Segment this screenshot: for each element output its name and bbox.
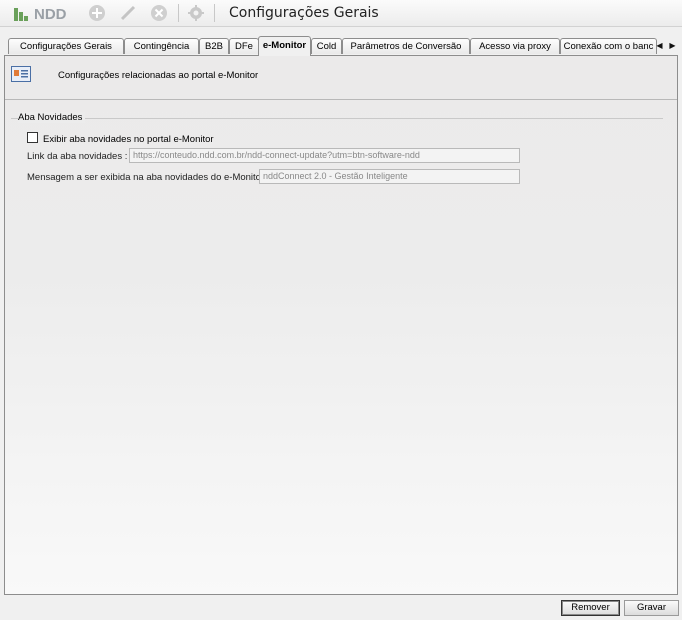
tab-e-monitor[interactable]: e-Monitor — [258, 36, 311, 56]
edit-icon[interactable] — [119, 4, 137, 22]
panel-header: Configurações relacionadas ao portal e-M… — [5, 56, 677, 100]
tab-dfe[interactable]: DFe — [229, 38, 259, 54]
tab-strip: Configurações Gerais Contingência B2B DF… — [0, 36, 682, 56]
settings-icon[interactable] — [187, 4, 205, 22]
window-title: Configurações Gerais — [229, 5, 379, 21]
remove-button[interactable]: Remover — [561, 600, 620, 616]
show-novidades-label: Exibir aba novidades no portal e-Monitor — [43, 134, 214, 145]
tab-conexao-com-o-banco[interactable]: Conexão com o banc — [560, 38, 657, 54]
show-novidades-checkbox-row[interactable]: Exibir aba novidades no portal e-Monitor — [27, 132, 214, 145]
ndd-logo: NDD — [14, 6, 67, 21]
tab-b2b[interactable]: B2B — [199, 38, 229, 54]
toolbar-separator — [214, 4, 215, 22]
remove-icon[interactable] — [150, 4, 168, 22]
settings-card-icon — [11, 66, 31, 82]
tab-scroll-left-icon[interactable]: ◀ — [655, 39, 664, 53]
svg-text:NDD: NDD — [34, 6, 67, 21]
panel-description: Configurações relacionadas ao portal e-M… — [58, 70, 259, 81]
link-input[interactable]: https://conteudo.ndd.com.br/ndd-connect-… — [129, 148, 520, 163]
toolbar-separator — [178, 4, 179, 22]
message-input[interactable]: nddConnect 2.0 - Gestão Inteligente — [259, 169, 520, 184]
tab-panel-e-monitor: Configurações relacionadas ao portal e-M… — [4, 55, 678, 595]
show-novidades-checkbox[interactable] — [27, 132, 38, 143]
toolbar: NDD Configurações Gerais — [0, 0, 682, 27]
tab-parametros-de-conversao[interactable]: Parâmetros de Conversão — [342, 38, 470, 54]
add-icon[interactable] — [88, 4, 106, 22]
tab-configuracoes-gerais[interactable]: Configurações Gerais — [8, 38, 124, 54]
tab-acesso-via-proxy[interactable]: Acesso via proxy — [470, 38, 560, 54]
group-divider — [11, 118, 663, 119]
message-label: Mensagem a ser exibida na aba novidades … — [27, 172, 267, 183]
link-label: Link da aba novidades : — [27, 151, 128, 162]
save-button[interactable]: Gravar — [624, 600, 679, 616]
tab-cold[interactable]: Cold — [311, 38, 342, 54]
tab-scroll-right-icon[interactable]: ▶ — [668, 39, 677, 53]
tab-contingencia[interactable]: Contingência — [124, 38, 199, 54]
group-title: Aba Novidades — [18, 112, 86, 123]
